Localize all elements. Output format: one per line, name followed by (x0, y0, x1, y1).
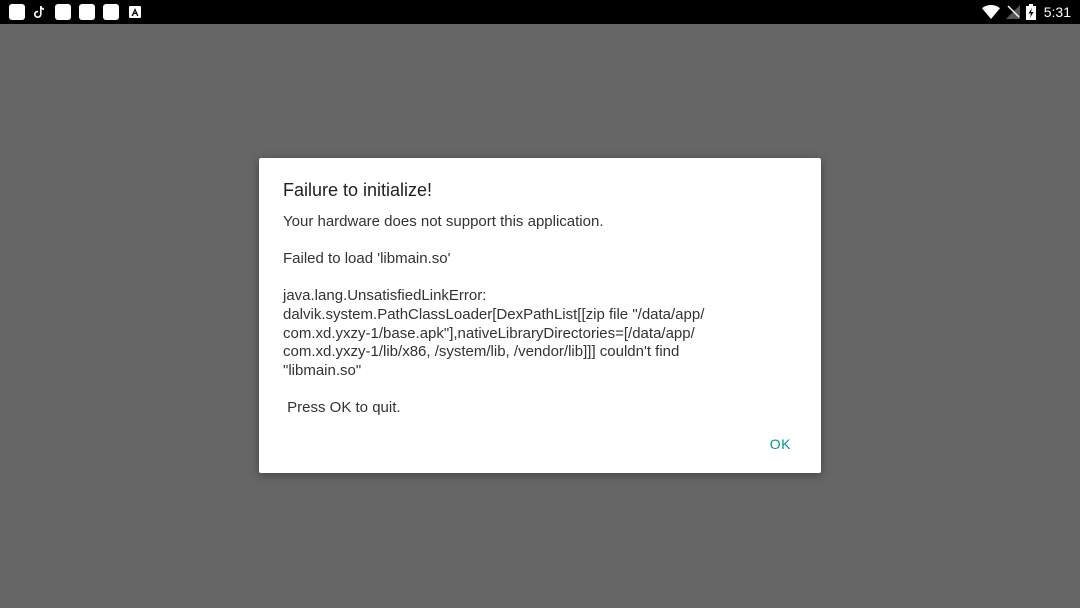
battery-charging-icon (1025, 4, 1036, 20)
dialog-message: Your hardware does not support this appl… (283, 213, 753, 418)
error-line: dalvik.system.PathClassLoader[DexPathLis… (283, 305, 705, 323)
quit-instruction: Press OK to quit. (283, 398, 401, 416)
wifi-icon (981, 5, 1000, 19)
dialog-title: Failure to initialize! (283, 180, 433, 200)
app-notification-icon (79, 4, 95, 20)
error-dialog: Failure to initialize! Your hardware doe… (259, 158, 821, 473)
system-icons: 5:31 (976, 0, 1071, 24)
ok-button[interactable]: OK (770, 436, 791, 452)
load-failure-message: Failed to load 'libmain.so' (283, 250, 451, 268)
a-box-icon (129, 6, 141, 18)
clock: 5:31 (1043, 4, 1071, 20)
notification-icons (9, 4, 149, 20)
error-line: com.xd.yxzy-1/lib/x86, /system/lib, /ven… (283, 343, 680, 361)
app-notification-icon (9, 4, 25, 20)
error-line: "libmain.so" (283, 361, 362, 379)
error-line: com.xd.yxzy-1/base.apk"],nativeLibraryDi… (283, 324, 695, 342)
tiktok-icon (33, 6, 45, 18)
hardware-message: Your hardware does not support this appl… (283, 213, 604, 230)
app-notification-icon (55, 4, 71, 20)
error-line: java.lang.UnsatisfiedLinkError: (283, 287, 487, 305)
status-bar: 5:31 (0, 0, 1080, 24)
app-notification-icon (103, 4, 119, 20)
no-sim-icon (1005, 5, 1020, 19)
